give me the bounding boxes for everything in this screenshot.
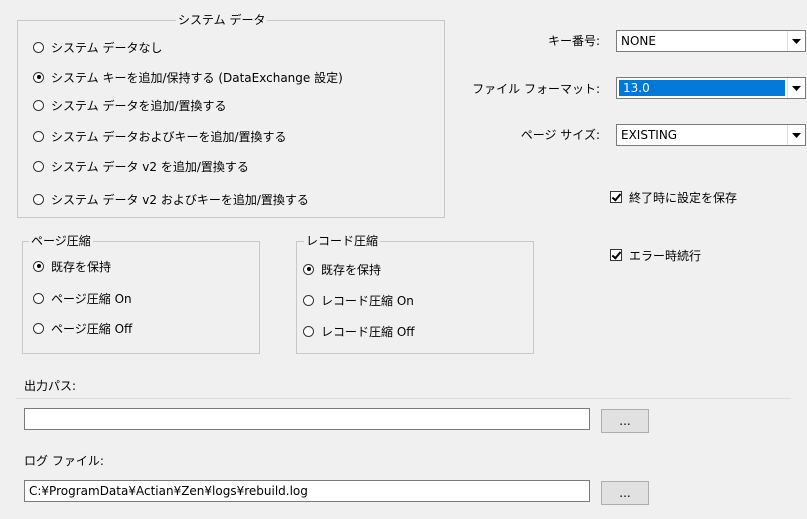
page-compression-legend: ページ圧縮	[29, 234, 93, 248]
radio-indicator[interactable]	[303, 294, 314, 306]
radio-indicator[interactable]	[33, 160, 44, 172]
radio-label: 既存を保持	[321, 262, 382, 277]
radio-page-keep-existing[interactable]: 既存を保持	[33, 257, 111, 275]
page-size-value: EXISTING	[621, 128, 678, 142]
save-settings-checkbox[interactable]: 終了時に設定を保存	[610, 188, 737, 206]
key-number-label: キー番号:	[547, 34, 600, 48]
radio-indicator[interactable]	[33, 193, 44, 205]
record-compression-legend: レコード圧縮	[304, 234, 381, 248]
radio-add-keep-system-key[interactable]: システム キーを追加/保持する (DataExchange 設定)	[33, 68, 343, 86]
radio-indicator[interactable]	[33, 130, 44, 142]
radio-indicator[interactable]	[303, 263, 314, 275]
radio-record-compression-off[interactable]: レコード圧縮 Off	[303, 322, 415, 340]
radio-label: システム キーを追加/保持する (DataExchange 設定)	[51, 70, 343, 85]
file-format-select[interactable]: 13.0	[616, 77, 806, 99]
radio-label: システム データ v2 を追加/置換する	[51, 159, 249, 174]
radio-add-replace-system-data[interactable]: システム データを追加/置換する	[33, 96, 227, 114]
radio-label: ページ圧縮 On	[51, 291, 132, 306]
radio-indicator[interactable]	[33, 260, 44, 272]
page-size-label: ページ サイズ:	[520, 128, 600, 142]
radio-indicator[interactable]	[33, 41, 44, 53]
radio-page-compression-on[interactable]: ページ圧縮 On	[33, 289, 132, 307]
radio-label: システム データ v2 およびキーを追加/置換する	[51, 192, 309, 207]
system-data-legend: システム データ	[176, 13, 268, 27]
radio-label: システム データを追加/置換する	[51, 98, 227, 113]
radio-record-compression-on[interactable]: レコード圧縮 On	[303, 291, 414, 309]
output-path-input[interactable]	[24, 408, 590, 430]
continue-on-error-checkbox[interactable]: エラー時続行	[610, 246, 701, 264]
continue-on-error-label: エラー時続行	[629, 248, 702, 263]
radio-add-replace-system-data-and-key[interactable]: システム データおよびキーを追加/置換する	[33, 127, 287, 145]
key-number-select[interactable]: NONE	[616, 30, 806, 52]
log-file-browse-button[interactable]: ...	[601, 481, 649, 505]
log-file-label: ログ ファイル:	[24, 454, 104, 468]
radio-page-compression-off[interactable]: ページ圧縮 Off	[33, 319, 132, 337]
checkbox-indicator[interactable]	[610, 191, 622, 203]
chevron-down-icon[interactable]	[787, 31, 805, 51]
divider	[16, 398, 791, 399]
key-number-value: NONE	[621, 34, 656, 48]
radio-record-keep-existing[interactable]: 既存を保持	[303, 260, 381, 278]
checkbox-indicator[interactable]	[610, 249, 622, 261]
file-format-value: 13.0	[619, 80, 785, 96]
save-settings-label: 終了時に設定を保存	[629, 190, 738, 205]
output-path-browse-button[interactable]: ...	[601, 409, 649, 433]
radio-indicator[interactable]	[303, 325, 314, 337]
radio-no-system-data[interactable]: システム データなし	[33, 38, 162, 56]
radio-indicator[interactable]	[33, 292, 44, 304]
log-file-input[interactable]: C:¥ProgramData¥Actian¥Zen¥logs¥rebuild.l…	[24, 480, 590, 502]
page-size-select[interactable]: EXISTING	[616, 124, 806, 146]
radio-label: システム データなし	[51, 40, 163, 55]
radio-label: レコード圧縮 Off	[321, 324, 415, 339]
chevron-down-icon[interactable]	[787, 78, 805, 98]
radio-label: システム データおよびキーを追加/置換する	[51, 129, 287, 144]
radio-label: レコード圧縮 On	[321, 293, 414, 308]
radio-label: ページ圧縮 Off	[51, 321, 133, 336]
radio-indicator[interactable]	[33, 322, 44, 334]
radio-add-replace-system-data-v2[interactable]: システム データ v2 を追加/置換する	[33, 157, 249, 175]
radio-add-replace-system-data-v2-and-key[interactable]: システム データ v2 およびキーを追加/置換する	[33, 190, 309, 208]
chevron-down-icon[interactable]	[787, 125, 805, 145]
output-path-label: 出力パス:	[24, 379, 77, 393]
radio-label: 既存を保持	[51, 259, 112, 274]
file-format-label: ファイル フォーマット:	[472, 82, 600, 96]
radio-indicator[interactable]	[33, 99, 44, 111]
radio-indicator[interactable]	[33, 71, 44, 83]
